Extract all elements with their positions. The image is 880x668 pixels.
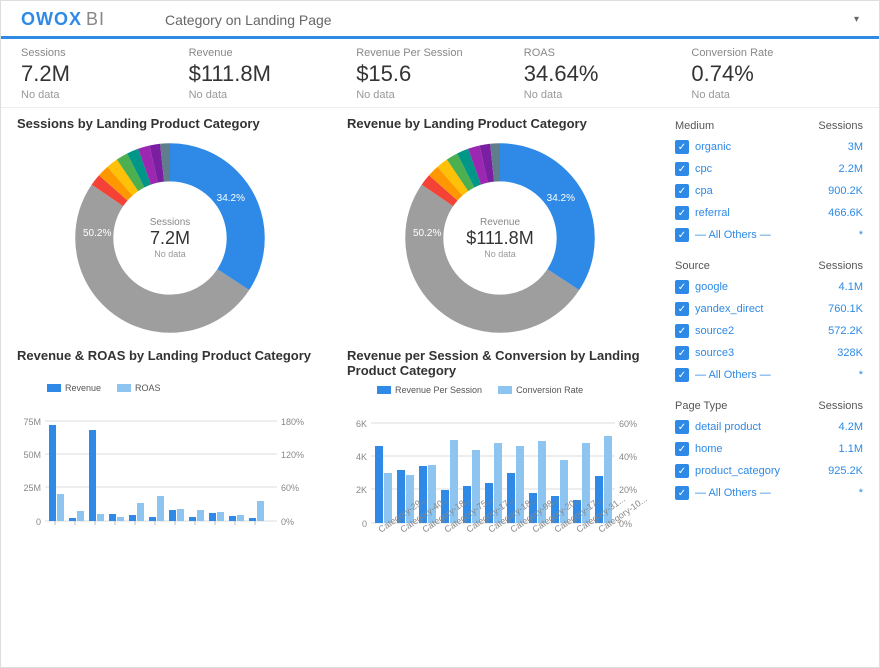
chart-title: Sessions by Landing Product Category: [17, 116, 323, 132]
svg-text:20%: 20%: [619, 485, 637, 495]
filter-row-organic[interactable]: ✓organic3M: [673, 136, 865, 158]
kpi-revenue: Revenue $111.8M No data: [189, 47, 357, 101]
checkbox-icon[interactable]: ✓: [675, 280, 689, 294]
kpi-sub: No data: [356, 89, 524, 101]
kpi-label: ROAS: [524, 47, 692, 59]
donut-center-value: 7.2M: [150, 228, 191, 249]
checkbox-icon[interactable]: ✓: [675, 184, 689, 198]
donut-pct-blue: 34.2%: [547, 193, 575, 204]
checkbox-icon[interactable]: ✓: [675, 486, 689, 500]
donut-center-label: Sessions: [150, 217, 191, 228]
kpi-label: Conversion Rate: [691, 47, 859, 59]
filter-head-medium: MediumSessions: [673, 116, 865, 136]
filter-row-home[interactable]: ✓home1.1M: [673, 438, 865, 460]
legend-label: Revenue: [65, 383, 101, 393]
svg-text:2K: 2K: [356, 485, 367, 495]
filter-row-cpc[interactable]: ✓cpc2.2M: [673, 158, 865, 180]
kpi-sub: No data: [524, 89, 692, 101]
kpi-sub: No data: [189, 89, 357, 101]
kpi-value: 0.74%: [691, 61, 859, 87]
filter-row-google[interactable]: ✓google4.1M: [673, 276, 865, 298]
donut-chart-revenue: Revenue $111.8M No data 34.2% 50.2%: [395, 138, 605, 338]
kpi-roas: ROAS 34.64% No data: [524, 47, 692, 101]
logo: OWOX BI: [21, 9, 105, 30]
legend-label: ROAS: [135, 383, 161, 393]
filter-row-source3[interactable]: ✓source3328K: [673, 342, 865, 364]
donut-center-label: Revenue: [466, 217, 533, 228]
svg-text:120%: 120%: [281, 450, 304, 460]
legend-label: Revenue Per Session: [395, 385, 482, 395]
filter-row-cpa[interactable]: ✓cpa900.2K: [673, 180, 865, 202]
svg-text:40%: 40%: [619, 452, 637, 462]
donut-pct-grey: 50.2%: [83, 228, 111, 239]
checkbox-icon[interactable]: ✓: [675, 442, 689, 456]
header: OWOX BI Category on Landing Page ▾: [1, 1, 879, 39]
logo-owox: OWOX: [21, 9, 82, 30]
checkbox-icon[interactable]: ✓: [675, 346, 689, 360]
svg-text:6K: 6K: [356, 419, 367, 429]
kpi-label: Sessions: [21, 47, 189, 59]
checkbox-icon[interactable]: ✓: [675, 324, 689, 338]
svg-text:60%: 60%: [619, 419, 637, 429]
kpi-rps: Revenue Per Session $15.6 No data: [356, 47, 524, 101]
filter-row-yandex[interactable]: ✓yandex_direct760.1K: [673, 298, 865, 320]
kpi-value: 34.64%: [524, 61, 692, 87]
kpi-value: $15.6: [356, 61, 524, 87]
svg-text:75M: 75M: [23, 417, 41, 427]
svg-text:50M: 50M: [23, 450, 41, 460]
page-title: Category on Landing Page: [165, 12, 332, 28]
filter-head-pagetype: Page TypeSessions: [673, 396, 865, 416]
donut-sessions-card: Sessions by Landing Product Category: [17, 116, 323, 338]
checkbox-icon[interactable]: ✓: [675, 302, 689, 316]
filter-row-referral[interactable]: ✓referral466.6K: [673, 202, 865, 224]
svg-text:0: 0: [362, 519, 367, 529]
svg-text:0: 0: [36, 517, 41, 527]
donut-chart-sessions: Sessions 7.2M No data 34.2% 50.2%: [65, 138, 275, 338]
svg-text:0%: 0%: [281, 517, 294, 527]
donut-center-value: $111.8M: [466, 228, 533, 249]
checkbox-icon[interactable]: ✓: [675, 162, 689, 176]
bar-chart-rps-conv: 6K 4K 2K 0 60% 40% 20% 0%: [347, 403, 653, 573]
legend-label: Conversion Rate: [516, 385, 583, 395]
svg-text:60%: 60%: [281, 483, 299, 493]
filter-row-detail[interactable]: ✓detail product4.2M: [673, 416, 865, 438]
kpi-conversion: Conversion Rate 0.74% No data: [691, 47, 859, 101]
svg-text:4K: 4K: [356, 452, 367, 462]
kpi-row: Sessions 7.2M No data Revenue $111.8M No…: [1, 39, 879, 108]
donut-center-sub: No data: [466, 249, 533, 259]
donut-pct-grey: 50.2%: [413, 228, 441, 239]
logo-bi: BI: [86, 9, 105, 30]
kpi-value: $111.8M: [189, 61, 357, 87]
checkbox-icon[interactable]: ✓: [675, 206, 689, 220]
donut-revenue-card: Revenue by Landing Product Category: [347, 116, 653, 338]
checkbox-icon[interactable]: ✓: [675, 228, 689, 242]
bar-rps-conv-card: Revenue per Session & Conversion by Land…: [347, 348, 653, 573]
kpi-sessions: Sessions 7.2M No data: [21, 47, 189, 101]
kpi-label: Revenue Per Session: [356, 47, 524, 59]
donut-pct-blue: 34.2%: [217, 193, 245, 204]
kpi-value: 7.2M: [21, 61, 189, 87]
filter-head-source: SourceSessions: [673, 256, 865, 276]
filter-row-allothers[interactable]: ✓— All Others —*: [673, 482, 865, 504]
bar-revenue-roas-card: Revenue & ROAS by Landing Product Catego…: [17, 348, 323, 573]
filter-row-allothers[interactable]: ✓— All Others —*: [673, 224, 865, 246]
checkbox-icon[interactable]: ✓: [675, 420, 689, 434]
checkbox-icon[interactable]: ✓: [675, 464, 689, 478]
kpi-sub: No data: [691, 89, 859, 101]
chart-title: Revenue per Session & Conversion by Land…: [347, 348, 653, 379]
dropdown-caret-icon[interactable]: ▾: [854, 14, 859, 25]
svg-text:180%: 180%: [281, 417, 304, 427]
filter-row-prodcat[interactable]: ✓product_category925.2K: [673, 460, 865, 482]
kpi-sub: No data: [21, 89, 189, 101]
kpi-label: Revenue: [189, 47, 357, 59]
chart-title: Revenue & ROAS by Landing Product Catego…: [17, 348, 323, 364]
chart-title: Revenue by Landing Product Category: [347, 116, 653, 132]
filter-row-allothers[interactable]: ✓— All Others —*: [673, 364, 865, 386]
checkbox-icon[interactable]: ✓: [675, 140, 689, 154]
bar-chart-revenue-roas: 75M 50M 25M 0 180% 120% 60% 0%: [17, 401, 323, 571]
svg-text:25M: 25M: [23, 483, 41, 493]
donut-center-sub: No data: [150, 249, 191, 259]
filter-row-source2[interactable]: ✓source2572.2K: [673, 320, 865, 342]
checkbox-icon[interactable]: ✓: [675, 368, 689, 382]
